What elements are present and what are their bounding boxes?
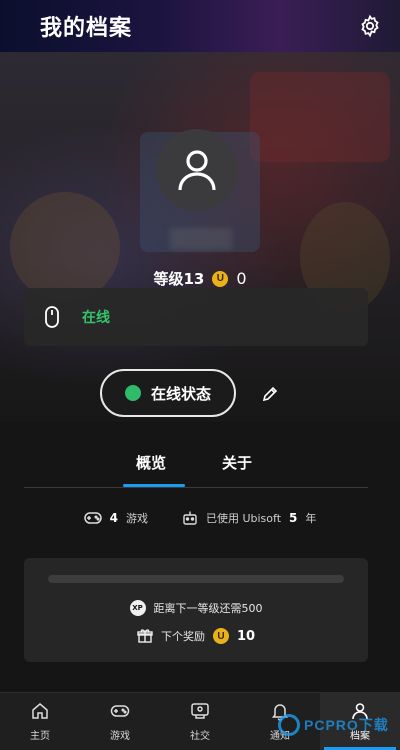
reward-value: 10: [236, 628, 256, 644]
nav-label: 游戏: [110, 731, 130, 742]
gamepad-icon: [83, 512, 102, 524]
presence-card: 在线: [24, 288, 368, 346]
presence-status: 在线: [82, 310, 110, 326]
xp-reward-row: 下个奖励 U 10: [24, 628, 368, 644]
watermark-text: PCPRO下载: [304, 717, 389, 733]
mouse-icon: [45, 306, 59, 328]
years-count: 5: [289, 511, 298, 525]
gift-icon: [137, 629, 153, 643]
online-status-button[interactable]: 在线状态: [100, 369, 236, 417]
xp-progress-bar: [48, 575, 344, 583]
online-dot: [124, 385, 141, 401]
years-label: 年: [305, 512, 317, 525]
nav-home[interactable]: 主页: [0, 693, 80, 750]
nav-games[interactable]: 游戏: [80, 693, 160, 750]
coin-balance: 0: [236, 269, 247, 288]
robot-icon: [183, 511, 197, 525]
xp-next-level-row: XP 距离下一等级还需500: [24, 600, 368, 616]
pencil-icon[interactable]: [262, 386, 278, 402]
games-count: 4: [109, 511, 118, 525]
level-row: 等级13 U 0: [0, 268, 400, 289]
online-status-label: 在线状态: [150, 384, 211, 403]
used-prefix: 已使用 Ubisoft: [205, 512, 282, 525]
username: [170, 228, 232, 250]
social-icon: [191, 703, 209, 719]
xp-next-level-text: 距离下一等级还需500: [153, 602, 263, 615]
games-label: 游戏: [125, 512, 148, 525]
background-art: [250, 72, 390, 162]
nav-social[interactable]: 社交: [160, 693, 240, 750]
active-tab-indicator: [123, 484, 185, 487]
nav-label: 社交: [190, 731, 210, 742]
profile-stats: 4 游戏 已使用 Ubisoft 5 年: [0, 510, 400, 526]
avatar[interactable]: [156, 129, 238, 211]
reward-label: 下个奖励: [160, 630, 205, 643]
tab-about[interactable]: 关于: [222, 452, 252, 473]
tab-overview[interactable]: 概览: [136, 452, 166, 473]
profile-hero: 等级13 U 0: [0, 52, 400, 422]
page-title: 我的档案: [40, 16, 133, 41]
coin-icon: U: [212, 270, 229, 287]
xp-icon: XP: [129, 600, 146, 616]
app-header: 我的档案: [0, 0, 400, 52]
watermark-logo-icon: [278, 714, 300, 736]
xp-card: XP 距离下一等级还需500 下个奖励 U 10: [24, 558, 368, 662]
user-icon: [178, 150, 216, 191]
home-icon: [32, 703, 48, 719]
gamepad-icon: [110, 705, 130, 717]
coin-icon: U: [212, 628, 229, 644]
watermark: PCPRO下载: [278, 714, 389, 736]
gear-icon[interactable]: [358, 14, 382, 38]
level-label: 等级13: [153, 270, 205, 288]
nav-label: 主页: [30, 731, 50, 742]
profile-tabs: 概览 关于: [24, 448, 368, 488]
